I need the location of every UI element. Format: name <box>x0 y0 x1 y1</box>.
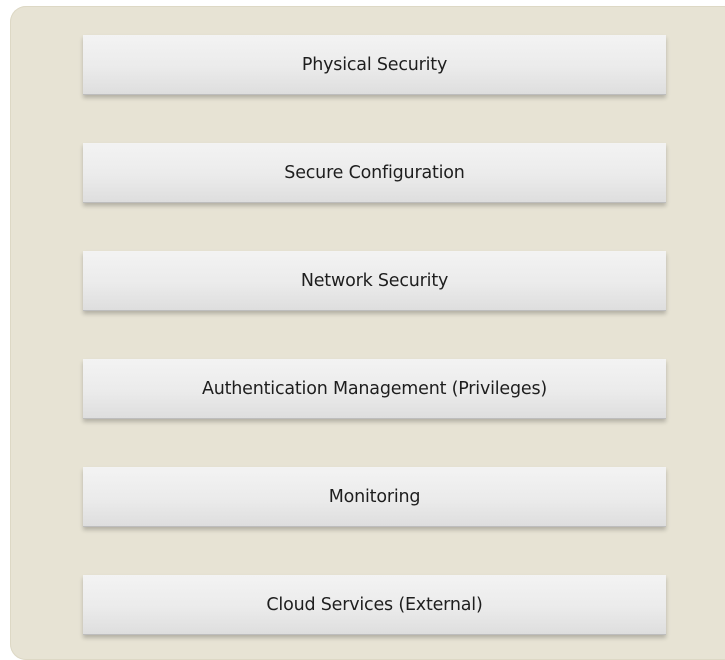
layer-label: Secure Configuration <box>284 162 465 183</box>
diagram-panel <box>10 6 725 660</box>
layer-label: Authentication Management (Privileges) <box>201 378 548 399</box>
layer-cloud-services: Cloud Services (External) <box>83 575 666 635</box>
layer-authentication-management: Authentication Management (Privileges) <box>83 359 666 419</box>
layer-secure-configuration: Secure Configuration <box>83 143 666 203</box>
layer-network-security: Network Security <box>83 251 666 311</box>
layer-label: Cloud Services (External) <box>266 594 483 615</box>
layer-label: Network Security <box>300 270 449 291</box>
layer-monitoring: Monitoring <box>83 467 666 527</box>
layer-label: Physical Security <box>301 54 448 75</box>
layer-physical-security: Physical Security <box>83 35 666 95</box>
layer-label: Monitoring <box>328 486 421 507</box>
